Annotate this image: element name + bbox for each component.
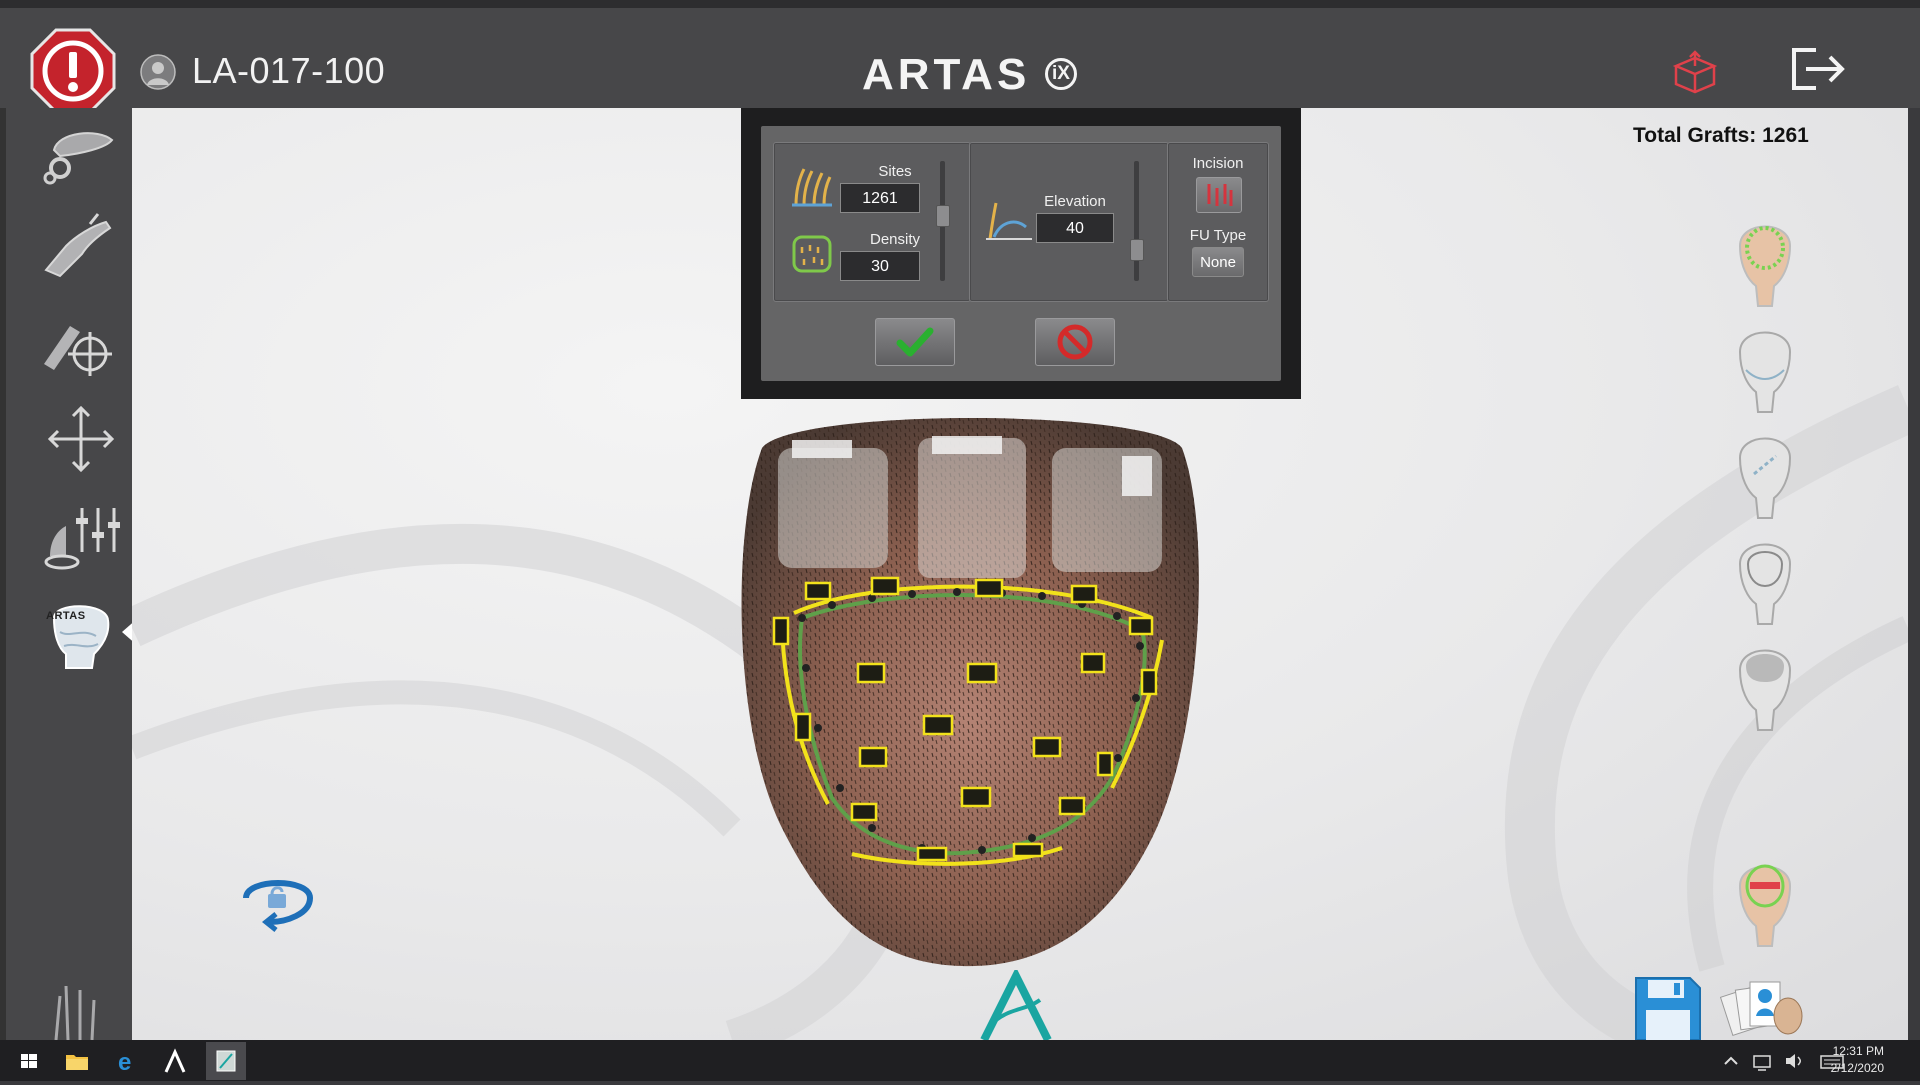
patient-id: LA-017-100 bbox=[192, 50, 386, 91]
sites-density-panel: Sites 1261 Density 30 bbox=[773, 142, 971, 302]
cancel-circle-icon bbox=[1057, 324, 1093, 360]
elevation-panel: Elevation 40 bbox=[969, 142, 1169, 302]
cancel-button[interactable] bbox=[1035, 318, 1115, 366]
alert-octagon-icon bbox=[30, 28, 116, 114]
save-floppy-icon bbox=[1635, 977, 1701, 1040]
sidebar-follicle-icon[interactable] bbox=[36, 976, 126, 1041]
sites-density-slider-thumb[interactable] bbox=[936, 205, 950, 227]
head-view-hairline-button[interactable] bbox=[1734, 216, 1796, 308]
density-label: Density bbox=[869, 231, 921, 248]
follicle-sites-icon bbox=[792, 168, 832, 207]
a-logo-watermark bbox=[976, 967, 1056, 1040]
sidebar-settings-icon[interactable] bbox=[36, 120, 126, 198]
head-top-icon bbox=[1738, 331, 1792, 413]
rotation-lock-button[interactable] bbox=[236, 868, 320, 932]
fu-type-label: FU Type bbox=[1189, 227, 1247, 244]
harvest-settings-dialog: Sites 1261 Density 30 Elevation 40 Incis… bbox=[741, 108, 1301, 399]
patient-records-icon bbox=[1719, 981, 1803, 1036]
top-bar: LA-017-100 ARTAS iX bbox=[0, 0, 1920, 114]
head-view-remove-button[interactable] bbox=[1734, 856, 1796, 948]
brand-logo: ARTAS iX bbox=[842, 42, 1086, 99]
patient-records-button[interactable] bbox=[1719, 972, 1810, 1040]
density-field[interactable]: 30 bbox=[840, 251, 920, 281]
brand-suffix: iX bbox=[1045, 58, 1077, 90]
head-view-top-button[interactable] bbox=[1734, 322, 1796, 414]
elevation-slider-thumb[interactable] bbox=[1130, 239, 1144, 261]
sidebar-artas-head-button[interactable]: ARTAS bbox=[36, 598, 126, 676]
rotate-unlock-icon bbox=[243, 880, 314, 932]
mini-brand-label: ARTAS bbox=[46, 610, 86, 622]
emergency-stop-button[interactable] bbox=[30, 28, 116, 114]
volume-icon[interactable] bbox=[1782, 1046, 1806, 1076]
network-icon[interactable] bbox=[1750, 1046, 1774, 1076]
elevation-slider-track[interactable] bbox=[1134, 161, 1139, 281]
sidebar-move-icon[interactable] bbox=[36, 400, 126, 478]
head-crown-icon bbox=[1738, 543, 1792, 625]
head-remove-icon bbox=[1738, 864, 1792, 947]
sidebar: ARTAS bbox=[0, 108, 138, 1041]
brand-name: ARTAS bbox=[862, 50, 1031, 99]
sidebar-target-icon[interactable] bbox=[36, 306, 126, 384]
elevation-field[interactable]: 40 bbox=[1036, 213, 1114, 243]
fu-type-button[interactable]: None bbox=[1192, 247, 1244, 277]
artas-app-taskbar-icon[interactable] bbox=[160, 1046, 190, 1076]
scalp-image[interactable] bbox=[732, 408, 1212, 968]
logout-icon[interactable] bbox=[1786, 42, 1850, 96]
head-view-density-button[interactable] bbox=[1734, 640, 1796, 732]
head-hairline-icon bbox=[1738, 225, 1792, 307]
file-explorer-icon[interactable] bbox=[62, 1046, 92, 1076]
total-grafts-label: Total Grafts: 1261 bbox=[1633, 124, 1809, 147]
density-icon bbox=[792, 235, 832, 273]
sidebar-adjust-sliders-icon[interactable] bbox=[36, 496, 126, 574]
sites-label: Sites bbox=[878, 163, 912, 180]
head-view-crown-button[interactable] bbox=[1734, 534, 1796, 626]
elevation-icon bbox=[986, 202, 1032, 240]
svg-text:e: e bbox=[118, 1049, 131, 1076]
confirm-button[interactable] bbox=[875, 318, 955, 366]
head-view-front-button[interactable] bbox=[1734, 428, 1796, 520]
user-icon bbox=[140, 54, 176, 90]
taskbar-time[interactable]: 12:31 PM bbox=[1833, 1044, 1884, 1058]
sidebar-hand-tool-icon[interactable] bbox=[36, 206, 126, 284]
save-button[interactable] bbox=[1632, 974, 1704, 1040]
incision-button[interactable] bbox=[1196, 177, 1242, 213]
head-front-icon bbox=[1738, 437, 1792, 519]
edge-browser-icon[interactable]: e bbox=[112, 1046, 142, 1076]
active-app-taskbar-icon[interactable] bbox=[206, 1042, 246, 1080]
windows-taskbar: e 12:31 PM 2/12/2020 bbox=[0, 1040, 1920, 1081]
incision-label: Incision bbox=[1192, 155, 1244, 172]
dialog-body: Sites 1261 Density 30 Elevation 40 Incis… bbox=[761, 126, 1281, 381]
taskbar-date[interactable]: 2/12/2020 bbox=[1831, 1061, 1884, 1075]
head-density-icon bbox=[1738, 649, 1792, 731]
incision-fu-panel: Incision FU Type None bbox=[1167, 142, 1269, 302]
open-box-icon[interactable] bbox=[1668, 48, 1722, 98]
elevation-label: Elevation bbox=[1044, 193, 1106, 210]
incision-blades-icon bbox=[1207, 184, 1233, 206]
tray-expand-chevron-icon[interactable] bbox=[1720, 1046, 1742, 1076]
check-icon bbox=[896, 327, 934, 357]
windows-start-icon[interactable] bbox=[14, 1046, 44, 1076]
sites-field[interactable]: 1261 bbox=[840, 183, 920, 213]
